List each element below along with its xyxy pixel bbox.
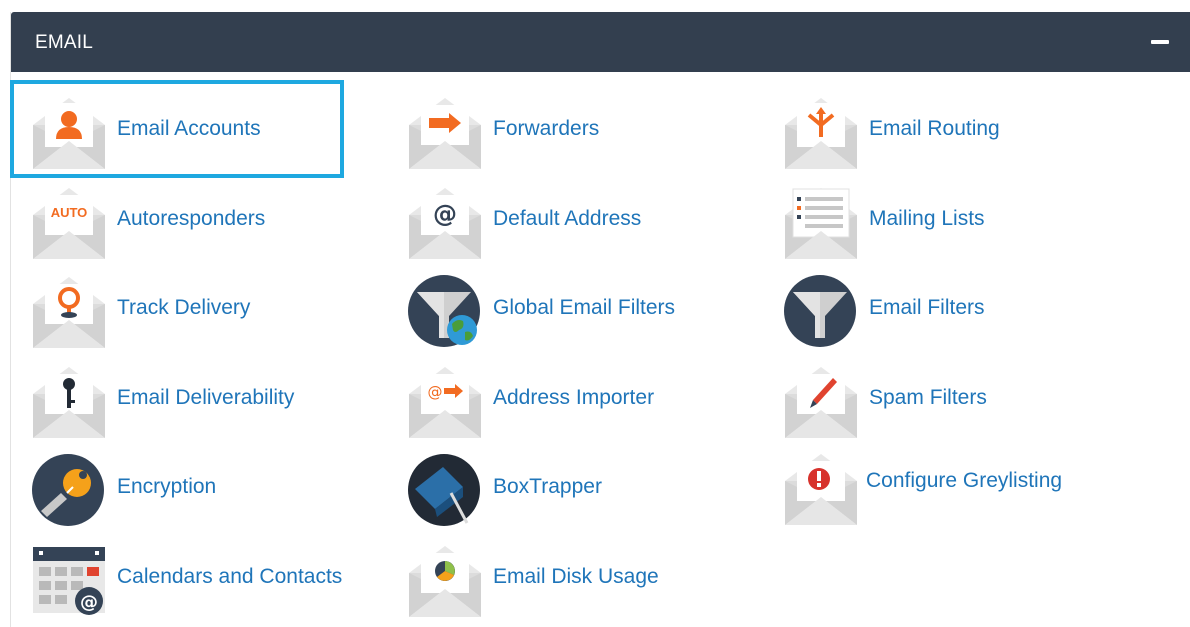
- minus-icon[interactable]: [1149, 31, 1171, 53]
- item-label: Address Importer: [493, 386, 655, 409]
- at-text: @: [428, 383, 443, 401]
- track-delivery-icon: [33, 277, 105, 348]
- email-filters-icon: [784, 275, 856, 347]
- item-label: Spam Filters: [869, 386, 987, 409]
- at-text: @: [433, 200, 457, 228]
- item-label: Forwarders: [493, 117, 600, 140]
- forwarders-icon: [409, 98, 481, 169]
- at-text: @: [80, 592, 98, 613]
- item-label: Email Routing: [869, 117, 1000, 140]
- item-label: Global Email Filters: [493, 296, 676, 319]
- item-label: Default Address: [493, 207, 642, 230]
- item-label: Email Accounts: [117, 117, 261, 140]
- email-routing-icon: [785, 98, 857, 169]
- item-label: Email Deliverability: [117, 386, 295, 409]
- item-label: Email Disk Usage: [493, 565, 659, 588]
- email-disk-usage-icon: [409, 546, 481, 617]
- default-address-icon: @: [409, 188, 481, 259]
- mailing-lists-icon: [785, 188, 857, 259]
- item-label: Configure Greylisting: [866, 469, 1063, 492]
- global-email-filters-icon: [408, 275, 480, 347]
- item-label: Encryption: [117, 475, 217, 498]
- encryption-icon: [32, 454, 104, 526]
- item-label: Calendars and Contacts: [117, 565, 343, 588]
- email-deliverability-icon: [33, 367, 105, 438]
- email-accounts-icon: [33, 98, 105, 169]
- panel-title: EMAIL: [35, 32, 94, 53]
- autoresponders-icon: AUTO: [33, 188, 105, 259]
- spam-filters-icon: [785, 367, 857, 438]
- item-label: BoxTrapper: [493, 475, 602, 498]
- item-label: Track Delivery: [117, 296, 251, 319]
- boxtrapper-icon: [408, 454, 480, 526]
- calendars-and-contacts-icon: @: [33, 547, 105, 615]
- address-importer-icon: @: [409, 367, 481, 438]
- item-label: Mailing Lists: [869, 207, 985, 230]
- configure-greylisting-icon: [785, 454, 857, 525]
- item-label: Email Filters: [869, 296, 985, 319]
- item-label: Autoresponders: [117, 207, 266, 230]
- auto-text: AUTO: [51, 205, 88, 220]
- panel-header[interactable]: EMAIL: [11, 12, 1190, 72]
